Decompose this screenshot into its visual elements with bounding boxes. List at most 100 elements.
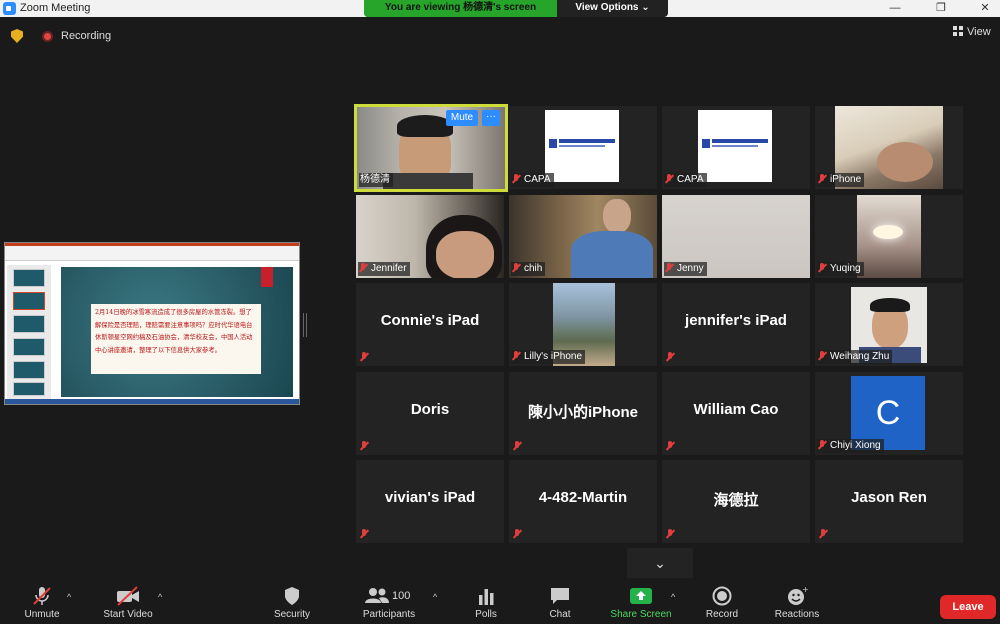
participants-icon-group: 100: [364, 586, 414, 606]
participant-name-center: William Cao: [693, 401, 779, 418]
participant-name-text: Yuqing: [830, 263, 861, 274]
mic-muted-icon: [666, 441, 675, 450]
participant-name-text: Lilly's iPhone: [524, 351, 583, 362]
participant-name-text: Chiyi Xiong: [830, 440, 881, 451]
current-slide: 2月14日晚的冰雪寒流造成了很多房屋的水管冻裂。想了解保险是否理赔，理赔需要注意…: [61, 267, 293, 397]
polls-bar-icon: [479, 589, 494, 605]
participant-face: [436, 231, 494, 278]
resize-handle[interactable]: [303, 313, 307, 337]
share-options-caret[interactable]: ^: [671, 592, 675, 602]
mic-muted-icon: [819, 529, 828, 538]
video-tile[interactable]: iPhone: [815, 106, 963, 189]
participants-count: 100: [392, 590, 411, 602]
mic-muted-icon: [512, 263, 521, 272]
close-button[interactable]: ✕: [970, 0, 1000, 17]
reactions-label: Reactions: [774, 609, 820, 620]
participants-label: Participants: [362, 609, 416, 620]
leave-button[interactable]: Leave: [940, 595, 996, 619]
video-tile[interactable]: vivian's iPad: [356, 460, 504, 543]
viewing-screen-label: You are viewing 杨德清's screen: [364, 0, 557, 17]
audio-options-caret[interactable]: ^: [67, 592, 71, 602]
security-shield-icon: [285, 587, 299, 605]
video-tile[interactable]: Doris: [356, 372, 504, 455]
participant-shirt: [383, 173, 473, 189]
security-button[interactable]: Security: [266, 586, 318, 620]
participant-name-text: Jenny: [677, 263, 704, 274]
more-options-button[interactable]: ···: [482, 110, 500, 126]
video-tile[interactable]: Yuqing: [815, 195, 963, 278]
meeting-toolbar: Unmute ^ Start Video ^ Security 100 Part…: [0, 580, 1000, 624]
video-tile[interactable]: 陳小小的iPhone: [509, 372, 657, 455]
slide-thumbnail: [13, 361, 45, 379]
mute-participant-button[interactable]: Mute: [446, 110, 478, 126]
encryption-shield-icon[interactable]: [11, 29, 23, 43]
mic-muted-icon: [513, 529, 522, 538]
video-tile[interactable]: Lilly's iPhone: [509, 283, 657, 366]
recording-label: Recording: [61, 30, 112, 42]
participants-options-caret[interactable]: ^: [433, 592, 437, 602]
minimize-button[interactable]: —: [880, 0, 910, 17]
video-tile[interactable]: C Chiyi Xiong: [815, 372, 963, 455]
participant-name-center: Doris: [410, 401, 450, 418]
participant-name: Lilly's iPhone: [511, 350, 586, 364]
polls-button[interactable]: Polls: [466, 586, 506, 620]
record-button[interactable]: Record: [700, 586, 744, 620]
mic-muted-icon: [360, 529, 369, 538]
ppt-status-bar: [5, 399, 299, 404]
video-options-caret[interactable]: ^: [158, 592, 162, 602]
start-video-button[interactable]: Start Video: [96, 586, 160, 620]
participant-shirt: [571, 231, 653, 278]
slide-thumbnails: [7, 265, 51, 401]
chat-label: Chat: [549, 609, 571, 620]
participant-face: [877, 142, 933, 182]
video-tile[interactable]: Jenny: [662, 195, 810, 278]
participant-name-center: vivian's iPad: [384, 489, 476, 506]
zoom-logo-icon: [3, 2, 16, 15]
participants-button[interactable]: 100 Participants: [354, 586, 424, 620]
video-tile[interactable]: 海德拉: [662, 460, 810, 543]
video-tile[interactable]: Weihang Zhu: [815, 283, 963, 366]
participant-hair: [870, 298, 910, 312]
slide-thumbnail: [13, 315, 45, 333]
view-options-button[interactable]: View Options ⌄: [557, 0, 668, 17]
participant-name: Jenny: [664, 262, 707, 276]
ppt-ribbon: [5, 243, 299, 261]
participant-name-center: 4-482-Martin: [538, 489, 628, 506]
participant-name-center: jennifer's iPad: [685, 312, 787, 329]
maximize-button[interactable]: ❐: [926, 0, 956, 17]
recording-icon: [42, 31, 53, 42]
polls-label: Polls: [475, 609, 497, 620]
share-screen-button[interactable]: Share Screen: [604, 586, 678, 620]
video-tile[interactable]: jennifer's iPad: [662, 283, 810, 366]
record-label: Record: [705, 609, 739, 620]
participant-name: Weihang Zhu: [817, 350, 893, 364]
participant-name-center: 陳小小的iPhone: [527, 404, 638, 421]
chat-button[interactable]: Chat: [540, 586, 580, 620]
mic-muted-icon: [665, 174, 674, 183]
video-tile[interactable]: Jennifer: [356, 195, 504, 278]
scroll-down-button[interactable]: ⌄: [627, 548, 693, 578]
window-title: Zoom Meeting: [20, 2, 91, 14]
unmute-button[interactable]: Unmute: [18, 586, 66, 620]
participant-name: Chiyi Xiong: [817, 439, 884, 453]
start-video-label: Start Video: [103, 609, 153, 620]
participant-name-text: CAPA: [677, 174, 704, 185]
participant-name-center: Jason Ren: [851, 489, 927, 506]
shared-screen[interactable]: 2月14日晚的冰雪寒流造成了很多房屋的水管冻裂。想了解保险是否理赔，理赔需要注意…: [4, 242, 300, 405]
participant-name: 杨德清: [359, 173, 393, 187]
mic-muted-icon: [513, 441, 522, 450]
video-tile[interactable]: Jason Ren: [815, 460, 963, 543]
video-tile[interactable]: 4-482-Martin: [509, 460, 657, 543]
video-tile[interactable]: Connie's iPad: [356, 283, 504, 366]
view-button[interactable]: View: [953, 26, 991, 38]
participant-name: Jennifer: [358, 262, 410, 276]
video-tile[interactable]: chih: [509, 195, 657, 278]
video-tile[interactable]: Mute ··· 杨德清: [354, 104, 508, 192]
participant-name-text: CAPA: [524, 174, 551, 185]
slide-thumbnail: [13, 269, 45, 287]
video-tile[interactable]: CAPA: [662, 106, 810, 189]
video-tile[interactable]: William Cao: [662, 372, 810, 455]
reactions-button[interactable]: + Reactions: [770, 586, 824, 620]
video-tile[interactable]: CAPA: [509, 106, 657, 189]
mic-muted-icon: [360, 441, 369, 450]
